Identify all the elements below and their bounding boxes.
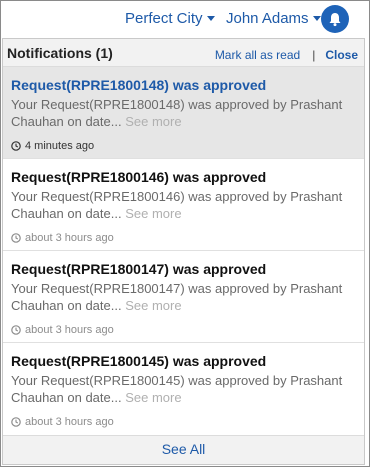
- notification-time: about 3 hours ago: [11, 232, 364, 244]
- timestamp: about 3 hours ago: [25, 232, 114, 244]
- clock-icon: [11, 233, 21, 243]
- see-more-link[interactable]: See more: [125, 206, 181, 221]
- notification-time: 4 minutes ago: [11, 140, 364, 152]
- notification-item[interactable]: Request(RPRE1800148) was approved Your R…: [3, 67, 364, 159]
- notification-body: Your Request(RPRE1800148) was approved b…: [11, 96, 356, 130]
- city-dropdown[interactable]: Perfect City: [125, 8, 215, 28]
- notification-body: Your Request(RPRE1800147) was approved b…: [11, 280, 356, 314]
- see-more-link[interactable]: See more: [125, 114, 181, 129]
- timestamp: about 3 hours ago: [25, 416, 114, 428]
- top-navbar: Perfect City John Adams: [2, 2, 368, 38]
- caret-down-icon: [312, 16, 321, 21]
- timestamp: about 3 hours ago: [25, 324, 114, 336]
- notification-time: about 3 hours ago: [11, 324, 364, 336]
- bell-icon: [329, 12, 341, 26]
- header-actions: Mark all as read | Close: [215, 48, 358, 62]
- user-label: John Adams: [226, 9, 309, 27]
- panel-title: Notifications (1): [7, 45, 113, 61]
- clock-icon: [11, 325, 21, 335]
- notifications-window: Perfect City John Adams Notifications (1…: [0, 0, 370, 467]
- clock-icon: [11, 141, 21, 151]
- close-link[interactable]: Close: [325, 48, 358, 62]
- clock-icon: [11, 417, 21, 427]
- notification-title[interactable]: Request(RPRE1800148) was approved: [11, 76, 364, 94]
- see-all-link[interactable]: See All: [3, 435, 364, 464]
- notification-body: Your Request(RPRE1800145) was approved b…: [11, 372, 356, 406]
- notification-time: about 3 hours ago: [11, 416, 364, 428]
- separator: |: [312, 48, 316, 62]
- notification-body: Your Request(RPRE1800146) was approved b…: [11, 188, 356, 222]
- notification-item[interactable]: Request(RPRE1800146) was approved Your R…: [3, 159, 364, 251]
- notification-item[interactable]: Request(RPRE1800147) was approved Your R…: [3, 251, 364, 343]
- notification-title[interactable]: Request(RPRE1800146) was approved: [11, 168, 364, 186]
- user-dropdown[interactable]: John Adams: [226, 8, 321, 28]
- mark-all-read-link[interactable]: Mark all as read: [215, 48, 300, 62]
- notifications-button[interactable]: [321, 5, 349, 33]
- ellipsis: ...: [110, 298, 122, 313]
- ellipsis: ...: [110, 114, 122, 129]
- see-more-link[interactable]: See more: [125, 390, 181, 405]
- see-more-link[interactable]: See more: [125, 298, 181, 313]
- caret-down-icon: [206, 16, 215, 21]
- ellipsis: ...: [110, 206, 122, 221]
- ellipsis: ...: [110, 390, 122, 405]
- notification-item[interactable]: Request(RPRE1800145) was approved Your R…: [3, 343, 364, 435]
- notifications-panel: Notifications (1) Mark all as read | Clo…: [2, 38, 365, 465]
- city-label: Perfect City: [125, 9, 203, 27]
- notification-title[interactable]: Request(RPRE1800147) was approved: [11, 260, 364, 278]
- timestamp: 4 minutes ago: [25, 140, 95, 152]
- panel-header: Notifications (1) Mark all as read | Clo…: [3, 39, 364, 67]
- notification-title[interactable]: Request(RPRE1800145) was approved: [11, 352, 364, 370]
